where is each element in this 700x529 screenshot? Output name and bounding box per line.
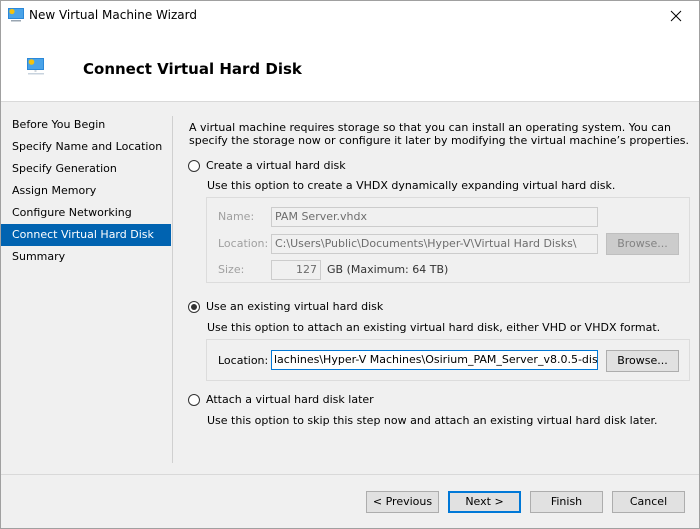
create-vhd-label: Create a virtual hard disk: [206, 159, 346, 172]
attach-later-description: Use this option to skip this step now an…: [207, 414, 658, 427]
sidebar-item-connect-virtual-hard-disk[interactable]: Connect Virtual Hard Disk: [1, 224, 171, 246]
name-label: Name:: [218, 210, 255, 223]
create-location-label: Location:: [218, 237, 269, 250]
finish-button[interactable]: Finish: [530, 491, 603, 513]
page-title: Connect Virtual Hard Disk: [83, 60, 302, 78]
size-label: Size:: [218, 263, 245, 276]
existing-location-label: Location:: [218, 354, 269, 367]
size-unit-label: GB (Maximum: 64 TB): [327, 263, 449, 276]
close-button[interactable]: [653, 1, 699, 31]
next-button[interactable]: Next >: [448, 491, 521, 513]
sidebar-item-specify-name-and-location[interactable]: Specify Name and Location: [1, 136, 171, 158]
title-bar: New Virtual Machine Wizard: [1, 1, 699, 31]
existing-location-value: lachines\Hyper-V Machines\Osirium_PAM_Se…: [274, 353, 598, 366]
create-location-field[interactable]: C:\Users\Public\Documents\Hyper-V\Virtua…: [271, 234, 598, 254]
sidebar-divider: [172, 116, 173, 463]
existing-location-field[interactable]: lachines\Hyper-V Machines\Osirium_PAM_Se…: [271, 350, 598, 370]
sidebar-item-summary[interactable]: Summary: [1, 246, 171, 268]
previous-button[interactable]: < Previous: [366, 491, 439, 513]
intro-text: A virtual machine requires storage so th…: [189, 121, 689, 147]
create-vhd-group: Name: PAM Server.vhdx Location: C:\Users…: [206, 197, 690, 283]
close-icon: [670, 10, 682, 22]
existing-vhd-description: Use this option to attach an existing vi…: [207, 321, 661, 334]
hyperv-monitor-icon: [27, 58, 45, 79]
wizard-steps-nav: Before You Begin Specify Name and Locati…: [1, 114, 171, 268]
wizard-window: New Virtual Machine Wizard Connect Virtu…: [0, 0, 700, 529]
hyperv-monitor-icon: [8, 8, 24, 25]
attach-later-label: Attach a virtual hard disk later: [206, 393, 374, 406]
existing-browse-button[interactable]: Browse...: [606, 350, 679, 372]
sidebar-item-configure-networking[interactable]: Configure Networking: [1, 202, 171, 224]
existing-vhd-radio-option[interactable]: Use an existing virtual hard disk: [188, 300, 383, 313]
footer-divider: [1, 474, 699, 475]
size-field[interactable]: 127: [271, 260, 321, 280]
wizard-header: Connect Virtual Hard Disk: [1, 31, 699, 102]
window-title: New Virtual Machine Wizard: [29, 8, 197, 22]
create-vhd-radio-option[interactable]: Create a virtual hard disk: [188, 159, 346, 172]
attach-later-radio-option[interactable]: Attach a virtual hard disk later: [188, 393, 374, 406]
existing-vhd-label: Use an existing virtual hard disk: [206, 300, 384, 313]
create-vhd-description: Use this option to create a VHDX dynamic…: [207, 179, 616, 192]
existing-vhd-radio[interactable]: [188, 300, 200, 313]
cancel-button[interactable]: Cancel: [612, 491, 685, 513]
name-field[interactable]: PAM Server.vhdx: [271, 207, 598, 227]
create-vhd-radio[interactable]: [188, 159, 200, 172]
sidebar-item-assign-memory[interactable]: Assign Memory: [1, 180, 171, 202]
sidebar-item-before-you-begin[interactable]: Before You Begin: [1, 114, 171, 136]
create-browse-button[interactable]: Browse...: [606, 233, 679, 255]
attach-later-radio[interactable]: [188, 393, 200, 406]
sidebar-item-specify-generation[interactable]: Specify Generation: [1, 158, 171, 180]
existing-vhd-group: Location: lachines\Hyper-V Machines\Osir…: [206, 339, 690, 381]
